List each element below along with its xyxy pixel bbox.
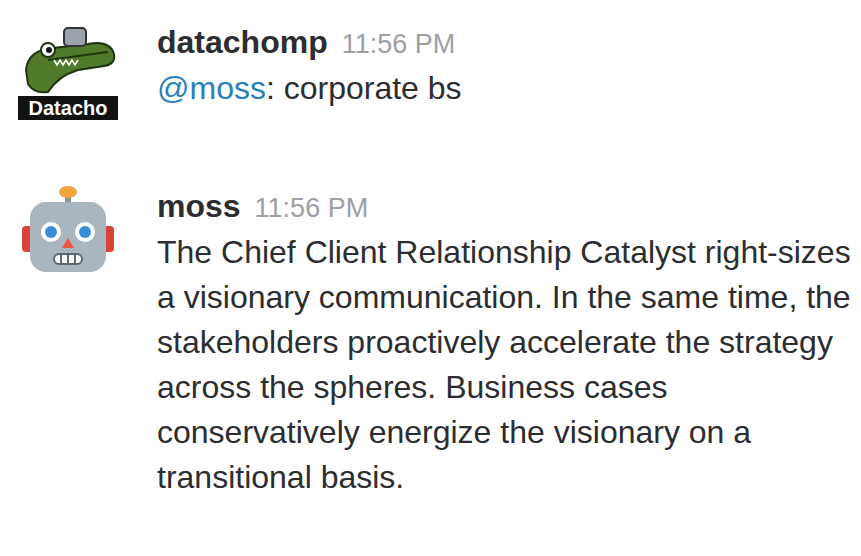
message-header: datachomp 11:56 PM (157, 20, 851, 66)
message-body: moss 11:56 PM The Chief Client Relationshi… (157, 184, 851, 500)
timestamp[interactable]: 11:56 PM (255, 193, 369, 223)
chat-log: Datacho datachomp 11:56 PM @moss: corporate… (0, 0, 861, 500)
message-text: The Chief Client Relationship Catalyst r… (157, 230, 851, 500)
avatar[interactable] (18, 184, 118, 284)
author-name[interactable]: datachomp (157, 24, 328, 60)
message-body: datachomp 11:56 PM @moss: corporate bs (157, 20, 851, 120)
crocodile-icon[interactable]: Datacho (18, 20, 118, 120)
avatar[interactable]: Datacho (18, 20, 118, 120)
robot-icon[interactable] (18, 184, 118, 284)
message-span: : corporate bs (266, 70, 462, 106)
message-text: @moss: corporate bs (157, 66, 851, 111)
chat-message: moss 11:56 PM The Chief Client Relationshi… (0, 184, 861, 500)
chat-message: Datacho datachomp 11:56 PM @moss: corporate… (0, 0, 861, 120)
timestamp[interactable]: 11:56 PM (342, 29, 456, 59)
mention-link[interactable]: @moss (157, 70, 266, 106)
message-span: The Chief Client Relationship Catalyst r… (157, 234, 851, 495)
message-header: moss 11:56 PM (157, 184, 851, 230)
author-name[interactable]: moss (157, 188, 241, 224)
avatar-label: Datacho (29, 97, 108, 119)
